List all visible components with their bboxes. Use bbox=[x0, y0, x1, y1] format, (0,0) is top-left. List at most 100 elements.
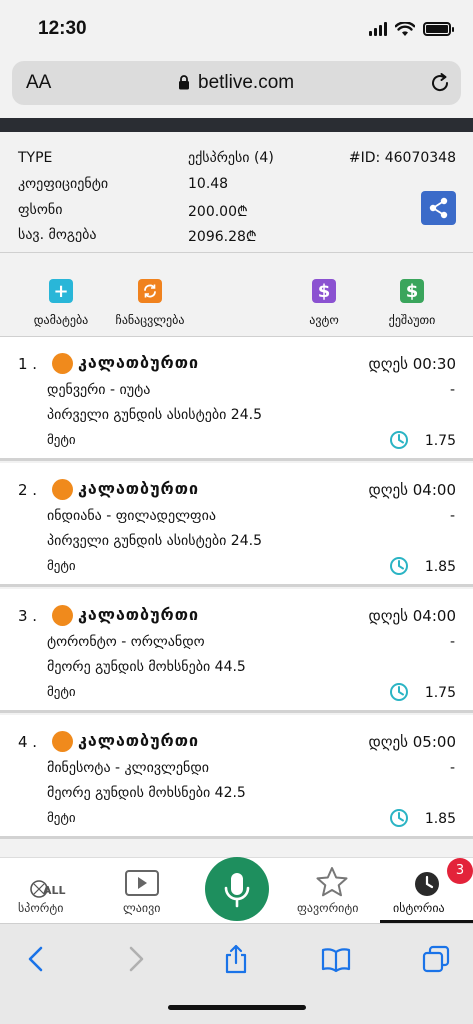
type-label: TYPE bbox=[18, 150, 53, 166]
bet-pick: მეტი bbox=[47, 685, 76, 700]
bet-sport: კალათბურთი bbox=[78, 353, 199, 372]
microphone-icon bbox=[224, 873, 250, 908]
basketball-icon bbox=[52, 353, 73, 374]
swap-icon bbox=[138, 279, 162, 303]
bet-odds: 1.75 bbox=[424, 685, 456, 701]
wifi-icon bbox=[395, 21, 415, 36]
bottom-nav: ALL სპორტი ლაივი ფავორიტი ისტორია bbox=[0, 857, 473, 923]
bet-odds: 1.75 bbox=[424, 433, 456, 449]
status-icons bbox=[369, 20, 454, 38]
bet-item[interactable]: 3 . კალათბურთი დღეს 04:00 ტორონტო - ორლა… bbox=[0, 589, 473, 713]
basketball-icon bbox=[52, 605, 73, 626]
bet-item[interactable]: 2 . კალათბურთი დღეს 04:00 ინდიანა - ფილა… bbox=[0, 463, 473, 587]
bet-pick: მეტი bbox=[47, 433, 76, 448]
bet-score: - bbox=[449, 382, 455, 398]
add-label: დამატება bbox=[33, 313, 89, 327]
nav-favorites[interactable]: ფავორიტი bbox=[285, 858, 380, 920]
coef-value: 10.48 bbox=[188, 176, 229, 192]
bookmarks-icon[interactable] bbox=[321, 944, 351, 974]
clock-icon bbox=[390, 431, 408, 449]
sports-all-text: ALL bbox=[43, 884, 66, 897]
share-icon bbox=[429, 197, 448, 219]
plus-icon: + bbox=[49, 279, 73, 303]
bet-item[interactable]: 1 . კალათბურთი დღეს 00:30 დენვერი - იუტა… bbox=[0, 337, 473, 461]
bet-id: #ID: 46070348 bbox=[348, 150, 456, 166]
dollar-icon: $ bbox=[400, 279, 424, 303]
bet-sport: კალათბურთი bbox=[78, 731, 199, 750]
clock-icon bbox=[390, 809, 408, 827]
status-time: 12:30 bbox=[38, 18, 87, 39]
win-label: სავ. მოგება bbox=[18, 227, 97, 243]
type-value: ექსპრესი (4) bbox=[188, 150, 274, 166]
bet-time: დღეს 04:00 bbox=[368, 481, 456, 499]
nav-history-label: ისტორია bbox=[393, 901, 445, 915]
clock-icon bbox=[390, 557, 408, 575]
text-size-button[interactable]: AA bbox=[26, 72, 51, 94]
bet-match: ტორონტო - ორლანდო bbox=[47, 634, 205, 650]
basketball-icon bbox=[52, 731, 73, 752]
nav-sports[interactable]: ALL სპორტი bbox=[0, 858, 95, 920]
bet-info: TYPE ექსპრესი (4) #ID: 46070348 კოეფიციე… bbox=[0, 132, 473, 253]
share-icon[interactable] bbox=[221, 944, 251, 974]
coef-label: კოეფიციენტი bbox=[18, 176, 109, 192]
lock-icon bbox=[179, 75, 189, 90]
bet-number: 4 . bbox=[18, 733, 38, 751]
bet-number: 1 . bbox=[18, 355, 38, 373]
nav-live-label: ლაივი bbox=[123, 901, 161, 915]
replace-label: ჩანაცვლება bbox=[115, 313, 185, 327]
stake-label: ფსონი bbox=[18, 202, 63, 218]
forward-icon[interactable] bbox=[120, 944, 150, 974]
replace-button[interactable]: ჩანაცვლება bbox=[108, 279, 192, 327]
bet-sport: კალათბურთი bbox=[78, 605, 199, 624]
nav-favorites-label: ფავორიტი bbox=[297, 901, 359, 915]
bet-actions: + დამატება ჩანაცვლება $ ავტო $ ქეშაუთი bbox=[0, 253, 473, 337]
win-value: 2096.28₾ bbox=[188, 229, 257, 245]
nav-sports-label: სპორტი bbox=[18, 901, 64, 915]
site-header-strip bbox=[0, 118, 473, 132]
share-button[interactable] bbox=[421, 191, 456, 225]
basketball-icon bbox=[52, 479, 73, 500]
home-indicator bbox=[168, 1005, 306, 1010]
bet-market: პირველი გუნდის ასისტები 24.5 bbox=[47, 533, 262, 549]
status-bar: 12:30 bbox=[0, 0, 473, 56]
bet-time: დღეს 00:30 bbox=[368, 355, 456, 373]
nav-live[interactable]: ლაივი bbox=[96, 858, 191, 920]
bet-market: პირველი გუნდის ასისტები 24.5 bbox=[47, 407, 262, 423]
bet-pick: მეტი bbox=[47, 811, 76, 826]
history-icon bbox=[415, 872, 439, 896]
bet-time: დღეს 04:00 bbox=[368, 607, 456, 625]
bet-odds: 1.85 bbox=[424, 559, 456, 575]
dollar-icon: $ bbox=[312, 279, 336, 303]
bet-number: 3 . bbox=[18, 607, 38, 625]
bet-match: ინდიანა - ფილადელფია bbox=[47, 508, 216, 524]
stake-value: 200.00₾ bbox=[188, 204, 248, 220]
bet-sport: კალათბურთი bbox=[78, 479, 199, 498]
voice-button[interactable] bbox=[205, 857, 269, 921]
url-bar[interactable]: AA betlive.com bbox=[12, 61, 461, 105]
bet-market: მეორე გუნდის მოხსნები 44.5 bbox=[47, 659, 246, 675]
bet-number: 2 . bbox=[18, 481, 38, 499]
add-button[interactable]: + დამატება bbox=[24, 279, 98, 327]
bet-item[interactable]: 4 . კალათბურთი დღეს 05:00 მინესოტა - კლი… bbox=[0, 715, 473, 839]
bet-market: მეორე გუნდის მოხსნები 42.5 bbox=[47, 785, 246, 801]
bet-score: - bbox=[449, 508, 455, 524]
battery-icon bbox=[423, 22, 454, 36]
bet-score: - bbox=[449, 634, 455, 650]
bet-match: მინესოტა - კლივლენდი bbox=[47, 760, 210, 776]
reload-icon[interactable] bbox=[429, 72, 451, 94]
play-icon bbox=[125, 870, 159, 896]
bet-pick: მეტი bbox=[47, 559, 76, 574]
tabs-icon[interactable] bbox=[421, 944, 451, 974]
auto-label: ავტო bbox=[309, 313, 339, 327]
url-text[interactable]: betlive.com bbox=[198, 72, 294, 94]
cashout-button[interactable]: $ ქეშაუთი bbox=[376, 279, 448, 327]
cashout-label: ქეშაუთი bbox=[388, 313, 436, 327]
bet-time: დღეს 05:00 bbox=[368, 733, 456, 751]
signal-icon bbox=[369, 22, 387, 36]
auto-button[interactable]: $ ავტო bbox=[296, 279, 352, 327]
star-icon bbox=[316, 867, 348, 897]
bet-odds: 1.85 bbox=[424, 811, 456, 827]
clock-icon bbox=[390, 683, 408, 701]
history-badge: 3 bbox=[447, 858, 473, 884]
back-icon[interactable] bbox=[22, 944, 52, 974]
